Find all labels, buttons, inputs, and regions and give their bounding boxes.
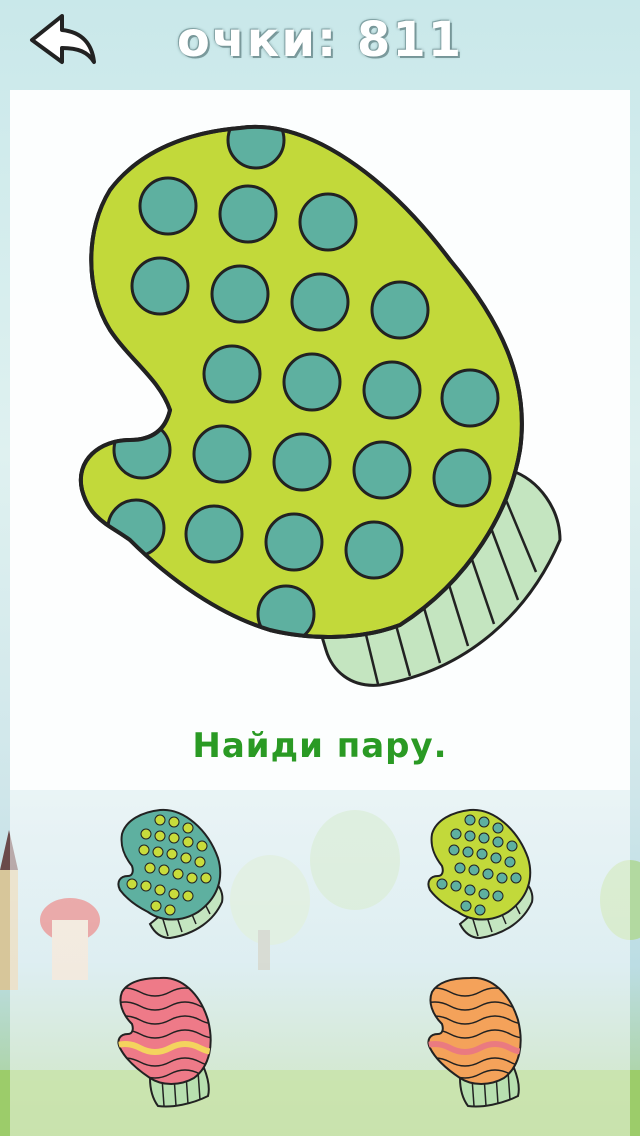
choice-green-mitten-teal-dots[interactable] bbox=[420, 806, 540, 940]
choice-teal-mitten-yellow-dots[interactable] bbox=[110, 806, 230, 940]
mitten-icon bbox=[117, 808, 224, 940]
score-label: очки: 811 bbox=[176, 12, 464, 68]
target-mitten bbox=[78, 124, 562, 687]
mitten-icon bbox=[427, 976, 522, 1108]
choice-orange-mitten-waves[interactable] bbox=[420, 974, 530, 1108]
top-bar: очки: 811 bbox=[0, 0, 640, 88]
mitten-icon bbox=[427, 808, 534, 940]
mitten-icon bbox=[117, 976, 212, 1108]
choice-pink-mitten-waves[interactable] bbox=[110, 974, 220, 1108]
instruction-text: Найди пару. bbox=[192, 726, 448, 766]
